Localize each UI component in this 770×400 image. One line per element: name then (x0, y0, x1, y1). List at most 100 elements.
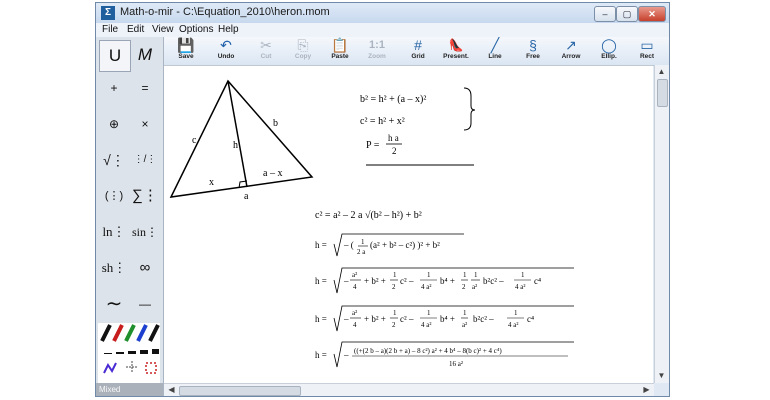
sys-eq1[interactable]: b² = h² + (a – x)² (360, 94, 426, 105)
vertical-scroll-thumb[interactable] (657, 79, 668, 107)
sin-button[interactable]: sin⋮ (130, 217, 160, 247)
horizontal-scrollbar[interactable]: ◀ ▶ (164, 383, 654, 396)
toolbar: 💾 Save ↶ Undo ✂ Cut ⎘ Copy 📋 Paste 1:1 Zoom # G… (96, 37, 669, 66)
label-x: x (209, 177, 214, 188)
plus-button[interactable]: + (99, 73, 129, 103)
svg-text:a²: a² (352, 309, 357, 317)
undo-button[interactable]: ↶ Undo (209, 38, 243, 64)
zoom-button[interactable]: 1:1 Zoom (360, 38, 394, 64)
pen-palette[interactable] (98, 323, 160, 383)
line-button[interactable]: ╱ Line (478, 38, 512, 64)
svg-text:4: 4 (353, 283, 357, 291)
curve-button[interactable]: ∼ (99, 289, 129, 319)
height-line[interactable] (227, 80, 248, 188)
svg-text:b²c² –: b²c² – (473, 314, 494, 324)
parentheses-button[interactable]: (⋮) (99, 181, 129, 211)
sys-eq2[interactable]: c² = h² + x² (360, 116, 405, 127)
svg-text:(a² + b² – c²) )² + b²: (a² + b² – c²) )² + b² (370, 240, 440, 250)
undo-icon: ↶ (220, 37, 232, 53)
mode-u-button[interactable]: U (99, 40, 131, 72)
svg-text:c² –: c² – (400, 276, 414, 286)
svg-text:c² –: c² – (400, 314, 414, 324)
minimize-button[interactable]: – (594, 6, 616, 22)
ellipse-label: Ellip. (601, 53, 617, 60)
menu-options[interactable]: Options (179, 24, 213, 35)
svg-text:1: 1 (521, 271, 525, 279)
P-denominator: 2 (392, 146, 397, 156)
menu-view[interactable]: View (152, 24, 174, 35)
label-b: b (273, 118, 278, 129)
vertical-scrollbar[interactable]: ▲ ▼ (654, 65, 669, 383)
hline-button[interactable]: — (130, 289, 160, 319)
sh-button[interactable]: sh⋮ (99, 253, 129, 283)
equation-4[interactable]: h = – a² 4 + b² + 1 2 c² – 1 4 a² b⁴ + 1… (315, 305, 574, 332)
fraction-button[interactable]: ⋮/⋮ (130, 145, 160, 175)
equation-3[interactable]: h = – a² 4 + b² + 1 2 c² – 1 4 a² b⁴ + 1… (315, 267, 574, 294)
svg-text:4 a²: 4 a² (515, 283, 525, 291)
app-icon[interactable]: Σ (101, 6, 115, 20)
svg-text:b²c² –: b²c² – (483, 276, 504, 286)
equation-2[interactable]: h = – ( 1 2 a (a² + b² – c²) )² + b² (315, 233, 464, 257)
copy-button[interactable]: ⎘ Copy (286, 38, 320, 64)
scroll-up-icon[interactable]: ▲ (655, 66, 668, 78)
menu-edit[interactable]: Edit (127, 24, 144, 35)
svg-text:–: – (343, 276, 349, 286)
equation-1[interactable]: c² = a² – 2 a √(b² – h²) + b² (315, 210, 422, 221)
grid-button[interactable]: # Grid (401, 38, 435, 64)
label-a: a (244, 191, 249, 202)
floppy-icon: 💾 (177, 37, 195, 53)
scroll-down-icon[interactable]: ▼ (655, 370, 668, 382)
rect-icon: ▭ (640, 37, 654, 53)
ellipse-icon: ◯ (601, 37, 617, 53)
close-button[interactable]: ✕ (638, 6, 666, 22)
save-button[interactable]: 💾 Save (169, 38, 203, 64)
ln-button[interactable]: ln⋮ (99, 217, 129, 247)
sqrt-button[interactable]: √⋮ (99, 145, 129, 175)
svg-text:2: 2 (392, 321, 396, 329)
paste-button[interactable]: 📋 Paste (323, 38, 357, 64)
scroll-left-icon[interactable]: ◀ (165, 384, 178, 396)
times-button[interactable]: × (130, 109, 160, 139)
svg-text:h =: h = (315, 276, 327, 286)
maximize-button[interactable]: ▢ (616, 6, 638, 22)
scroll-right-icon[interactable]: ▶ (640, 384, 653, 396)
zoom-label: Zoom (368, 53, 386, 60)
shoe-icon: 👠 (448, 38, 464, 52)
title-bar[interactable]: Σ Math-o-mir - C:\Equation_2010\heron.mo… (96, 3, 669, 23)
svg-text:a²: a² (462, 321, 467, 329)
free-button[interactable]: § Free (516, 38, 550, 64)
right-brace (463, 87, 476, 131)
drawing-canvas[interactable]: c b h x a – x a b² = h² + (a – x)² c² = … (164, 65, 653, 384)
arrow-button[interactable]: ↗ Arrow (554, 38, 588, 64)
menu-file[interactable]: File (102, 24, 118, 35)
svg-text:2: 2 (462, 283, 466, 291)
svg-text:1: 1 (393, 309, 397, 317)
svg-text:1: 1 (463, 309, 467, 317)
svg-text:1: 1 (514, 309, 518, 317)
paste-icon: 📋 (331, 37, 349, 53)
rect-button[interactable]: ▭ Rect (630, 38, 664, 64)
P-label[interactable]: P = (366, 140, 380, 151)
svg-text:4 a²: 4 a² (421, 283, 431, 291)
sum-button[interactable]: ∑⋮ (130, 181, 160, 211)
pen-colors-icon (100, 324, 160, 374)
mode-m-button[interactable]: M (130, 40, 160, 70)
rect-label: Rect (639, 53, 655, 60)
equation-5[interactable]: h = – ((+(2 b – a)(2 b + a) – 8 c²) a² +… (315, 341, 574, 368)
presentation-button[interactable]: 👠 Present. (439, 38, 473, 64)
svg-text:2: 2 (392, 283, 396, 291)
oplus-button[interactable]: ⊕ (99, 109, 129, 139)
svg-text:4: 4 (353, 321, 357, 329)
equals-button[interactable]: = (130, 73, 160, 103)
svg-text:4 a²: 4 a² (508, 321, 518, 329)
cut-button[interactable]: ✂ Cut (249, 38, 283, 64)
svg-text:1: 1 (427, 271, 431, 279)
horizontal-scroll-thumb[interactable] (179, 386, 301, 396)
menu-help[interactable]: Help (218, 24, 239, 35)
copy-icon: ⎘ (297, 37, 309, 53)
app-window: Σ Math-o-mir - C:\Equation_2010\heron.mo… (95, 2, 670, 397)
svg-text:b⁴ +: b⁴ + (440, 276, 455, 286)
ellipse-button[interactable]: ◯ Ellip. (592, 38, 626, 64)
save-label: Save (178, 53, 194, 60)
infinity-button[interactable]: ∞ (130, 253, 160, 283)
